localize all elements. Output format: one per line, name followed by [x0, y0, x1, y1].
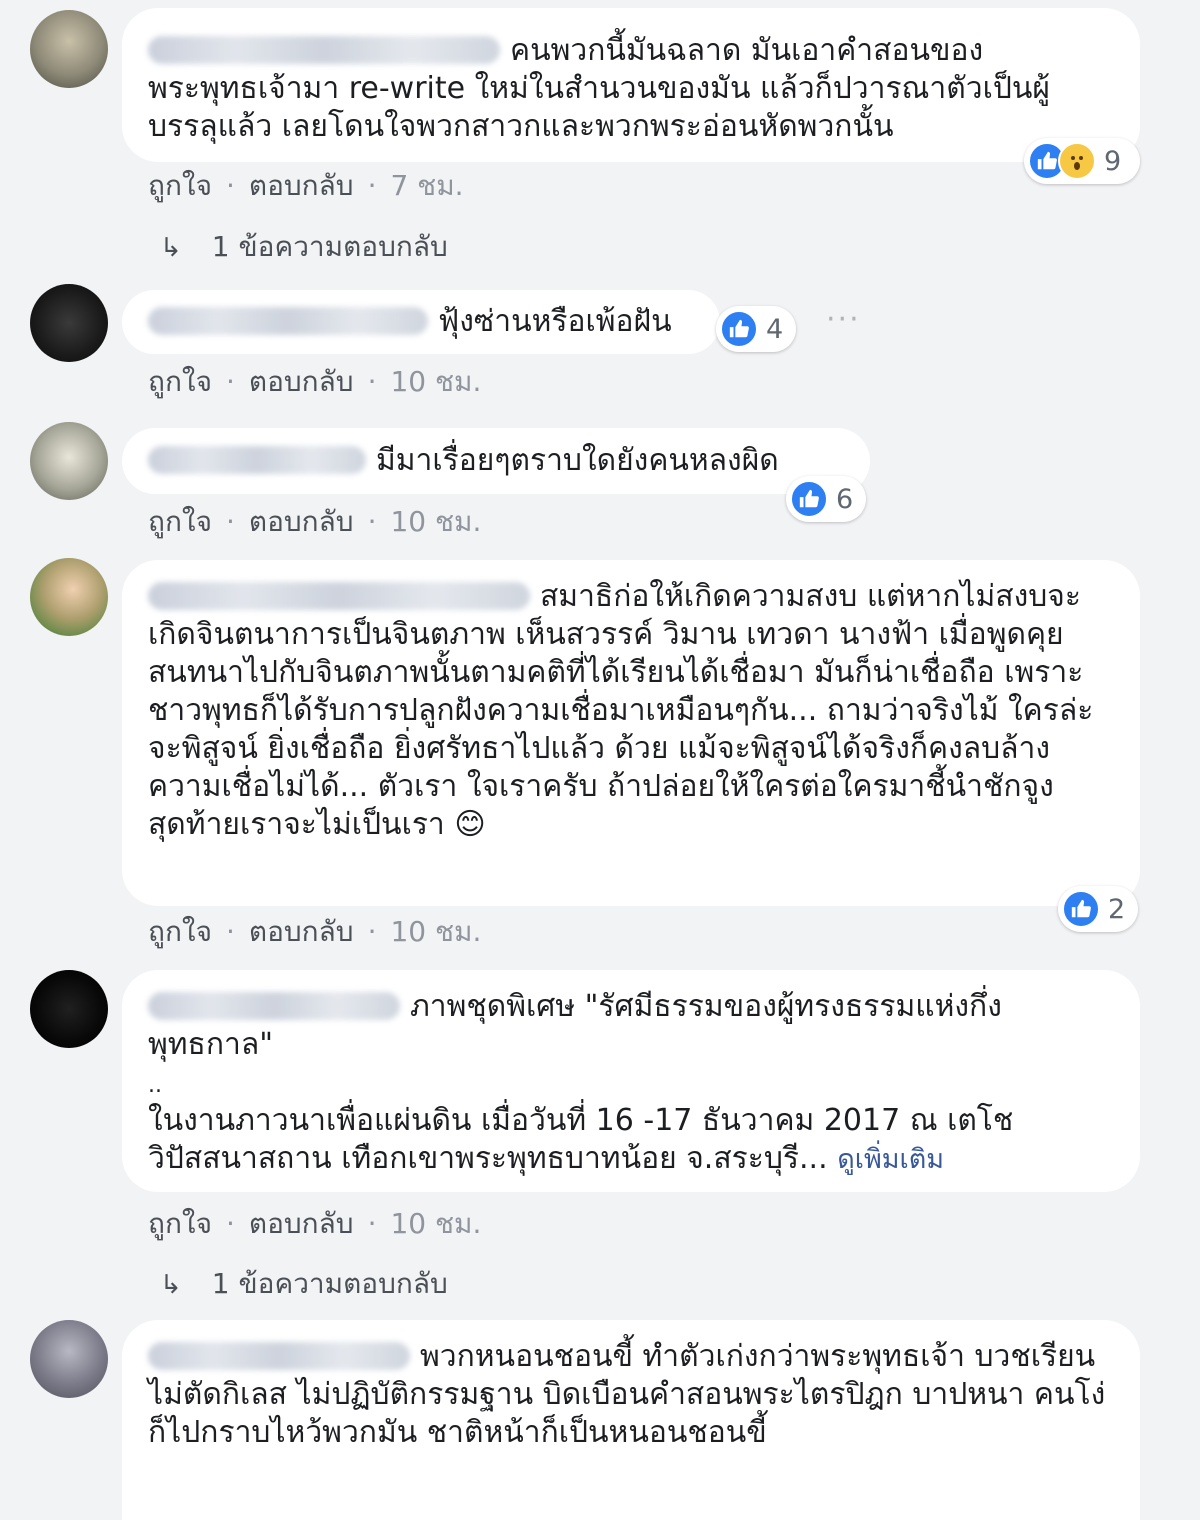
smile-emoji: 😊 [454, 807, 486, 842]
avatar[interactable] [30, 422, 108, 500]
view-replies-link[interactable]: ↳ 1 ข้อความตอบกลับ [160, 1262, 448, 1306]
comment-text: มีมาเรื่อยๆตราบใดยังคนหลงผิด [376, 443, 779, 478]
avatar[interactable] [30, 10, 108, 88]
like-icon [720, 310, 758, 348]
timestamp[interactable]: 10 ชม. [390, 365, 481, 398]
commenter-name[interactable] [148, 992, 400, 1020]
comment-bubble: มีมาเรื่อยๆตราบใดยังคนหลงผิด [122, 428, 870, 494]
like-icon [1062, 890, 1100, 928]
like-icon [790, 480, 828, 518]
comment-bubble: ฟุ้งซ่านหรือเพ้อฝัน [122, 290, 720, 354]
commenter-name[interactable] [148, 307, 428, 335]
comment-meta: ถูกใจ · ตอบกลับ · 10 ชม. [148, 1202, 481, 1246]
separator: · [225, 365, 235, 398]
separator: · [367, 915, 377, 948]
comment-bubble: พวกหนอนชอนขี้ ทำตัวเก่งกว่าพระพุทธเจ้า บ… [122, 1320, 1140, 1520]
like-link[interactable]: ถูกใจ [148, 169, 212, 202]
reaction-summary[interactable]: 4 [716, 306, 796, 352]
reaction-summary[interactable]: 2 [1058, 886, 1138, 932]
separator: · [225, 915, 235, 948]
avatar[interactable] [30, 970, 108, 1048]
separator: · [367, 365, 377, 398]
separator: · [225, 1207, 235, 1240]
separator: · [225, 505, 235, 538]
separator: · [367, 505, 377, 538]
see-more-link[interactable]: ดูเพิ่มเติม [837, 1144, 944, 1175]
more-options-icon[interactable]: ··· [826, 302, 861, 337]
like-link[interactable]: ถูกใจ [148, 915, 212, 948]
wow-icon [1058, 142, 1096, 180]
commenter-name[interactable] [148, 446, 366, 474]
separator: · [367, 169, 377, 202]
replies-count-label: 1 ข้อความตอบกลับ [211, 1267, 448, 1300]
comment-text: สมาธิก่อให้เกิดความสงบ แต่หากไม่สงบจะเกิ… [148, 579, 1094, 842]
like-link[interactable]: ถูกใจ [148, 365, 212, 398]
timestamp[interactable]: 10 ชม. [390, 915, 481, 948]
reply-link[interactable]: ตอบกลับ [249, 505, 354, 538]
reaction-count: 2 [1108, 893, 1126, 925]
reaction-count: 9 [1104, 145, 1122, 177]
comment-meta: ถูกใจ · ตอบกลับ · 10 ชม. [148, 500, 481, 544]
comment-text: ฟุ้งซ่านหรือเพ้อฝัน [438, 304, 672, 339]
reaction-summary[interactable]: 9 [1024, 138, 1140, 184]
comment-bubble: คนพวกนี้มันฉลาด มันเอาคำสอนของพระพุทธเจ้… [122, 8, 1140, 162]
comment-meta: ถูกใจ · ตอบกลับ · 10 ชม. [148, 360, 481, 404]
replies-count-label: 1 ข้อความตอบกลับ [211, 230, 448, 263]
comment-bubble: ภาพชุดพิเศษ "รัศมีธรรมของผู้ทรงธรรมแห่งก… [122, 970, 1140, 1192]
separator: · [367, 1207, 377, 1240]
comment-text-dots: .. [148, 1073, 162, 1098]
view-replies-link[interactable]: ↳ 1 ข้อความตอบกลับ [160, 225, 448, 269]
timestamp[interactable]: 10 ชม. [390, 1207, 481, 1240]
like-link[interactable]: ถูกใจ [148, 1207, 212, 1240]
reaction-count: 4 [766, 313, 784, 345]
avatar[interactable] [30, 284, 108, 362]
reply-arrow-icon: ↳ [160, 233, 182, 263]
commenter-name[interactable] [148, 582, 530, 610]
reply-arrow-icon: ↳ [160, 1270, 182, 1300]
comment-meta: ถูกใจ · ตอบกลับ · 10 ชม. [148, 910, 481, 954]
avatar[interactable] [30, 558, 108, 636]
reply-link[interactable]: ตอบกลับ [249, 365, 354, 398]
commenter-name[interactable] [148, 36, 500, 64]
reaction-summary[interactable]: 6 [786, 476, 866, 522]
commenter-name[interactable] [148, 1342, 410, 1370]
reply-link[interactable]: ตอบกลับ [249, 169, 354, 202]
avatar[interactable] [30, 1320, 108, 1398]
separator: · [225, 169, 235, 202]
comment-bubble: สมาธิก่อให้เกิดความสงบ แต่หากไม่สงบจะเกิ… [122, 560, 1140, 906]
reply-link[interactable]: ตอบกลับ [249, 1207, 354, 1240]
reaction-count: 6 [836, 483, 854, 515]
reply-link[interactable]: ตอบกลับ [249, 915, 354, 948]
comment-meta: ถูกใจ · ตอบกลับ · 7 ชม. [148, 164, 464, 208]
timestamp[interactable]: 7 ชม. [390, 169, 463, 202]
timestamp[interactable]: 10 ชม. [390, 505, 481, 538]
like-link[interactable]: ถูกใจ [148, 505, 212, 538]
